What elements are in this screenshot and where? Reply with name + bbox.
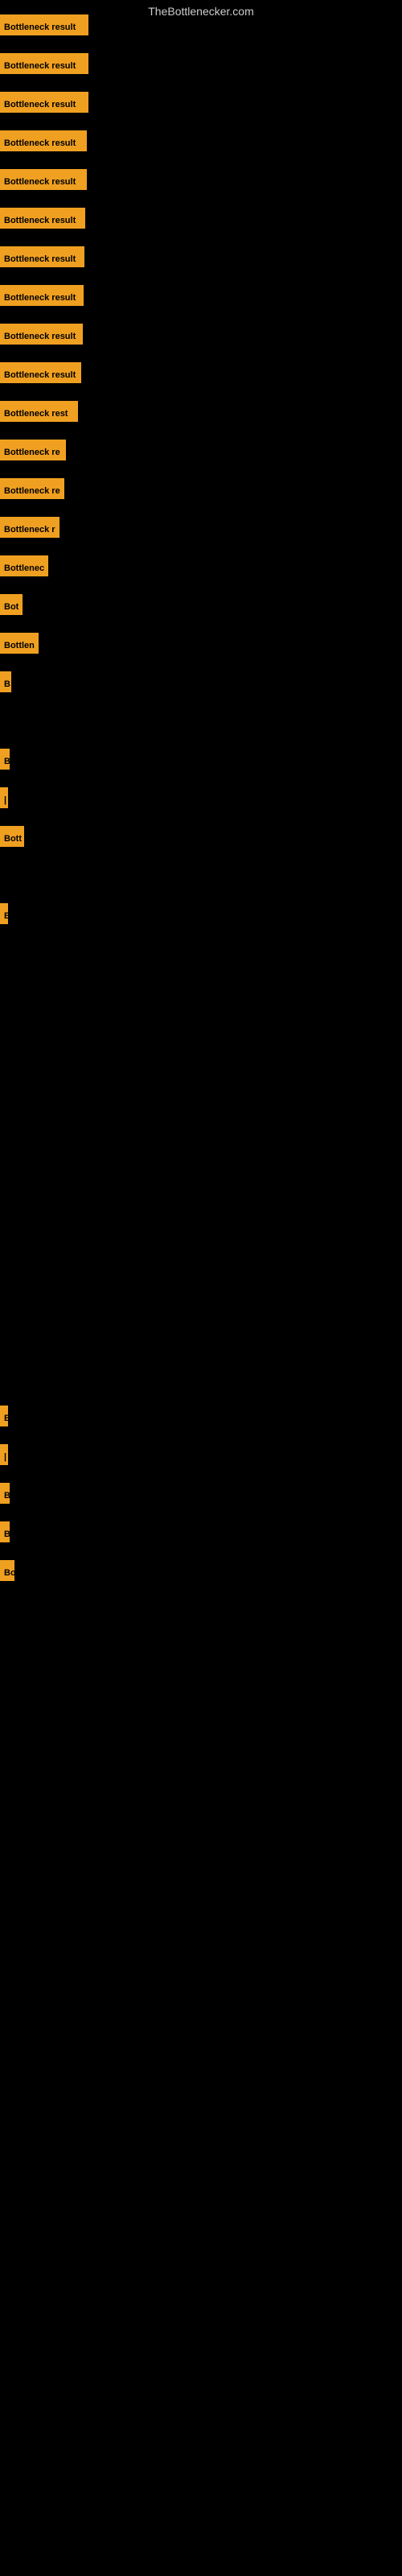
bar-label: Bottleneck r xyxy=(0,517,59,538)
bar-label: B xyxy=(0,749,10,770)
bar-row: Bottleneck result xyxy=(0,130,87,151)
bar-label: Bottleneck result xyxy=(0,169,87,190)
bar-label: Bottleneck result xyxy=(0,53,88,74)
bar-row: Bottleneck result xyxy=(0,53,88,74)
bar-row: Bottleneck result xyxy=(0,246,84,267)
bar-label: Bottlenec xyxy=(0,555,48,576)
bar-row: B xyxy=(0,1483,10,1504)
bar-row: Bottleneck re xyxy=(0,478,64,499)
bar-label: Bottleneck result xyxy=(0,324,83,345)
bar-row: | xyxy=(0,787,8,808)
bar-label: Bot xyxy=(0,594,23,615)
bar-row: | xyxy=(0,1444,8,1465)
bar-label: Bottleneck result xyxy=(0,14,88,35)
bar-row: Bottleneck result xyxy=(0,362,81,383)
bar-row: Bo xyxy=(0,1560,14,1581)
bar-label: Bottleneck result xyxy=(0,208,85,229)
bar-row: Bottleneck r xyxy=(0,517,59,538)
bar-label: Bottleneck rest xyxy=(0,401,78,422)
bar-label: Bott xyxy=(0,826,24,847)
bar-row: Bottlen xyxy=(0,633,39,654)
bar-row: Bottleneck result xyxy=(0,14,88,35)
bar-label: B xyxy=(0,671,11,692)
bar-row: Bottleneck result xyxy=(0,285,84,306)
bar-row: Bottleneck re xyxy=(0,440,66,460)
bar-label: Bottlen xyxy=(0,633,39,654)
bar-label: | xyxy=(0,787,8,808)
bar-row: Bottleneck result xyxy=(0,324,83,345)
bar-label: Bottleneck result xyxy=(0,92,88,113)
bar-label: Bottleneck re xyxy=(0,478,64,499)
bar-label: B xyxy=(0,1521,10,1542)
bar-label: E xyxy=(0,1406,8,1426)
bar-label: Bottleneck result xyxy=(0,285,84,306)
bar-row: B xyxy=(0,1521,10,1542)
bar-row: E xyxy=(0,903,8,924)
bar-label: Bo xyxy=(0,1560,14,1581)
bar-label: E xyxy=(0,903,8,924)
bar-row: Bottleneck rest xyxy=(0,401,78,422)
bar-row: Bottleneck result xyxy=(0,169,87,190)
bar-label: B xyxy=(0,1483,10,1504)
bar-row: Bott xyxy=(0,826,24,847)
bar-label: Bottleneck result xyxy=(0,130,87,151)
bar-row: Bottlenec xyxy=(0,555,48,576)
bar-row: E xyxy=(0,1406,8,1426)
bar-row: B xyxy=(0,749,10,770)
bar-row: Bot xyxy=(0,594,23,615)
bar-label: Bottleneck result xyxy=(0,362,81,383)
bar-row: Bottleneck result xyxy=(0,208,85,229)
bar-label: Bottleneck result xyxy=(0,246,84,267)
bar-row: Bottleneck result xyxy=(0,92,88,113)
bar-label: Bottleneck re xyxy=(0,440,66,460)
bar-row: B xyxy=(0,671,11,692)
bar-label: | xyxy=(0,1444,8,1465)
